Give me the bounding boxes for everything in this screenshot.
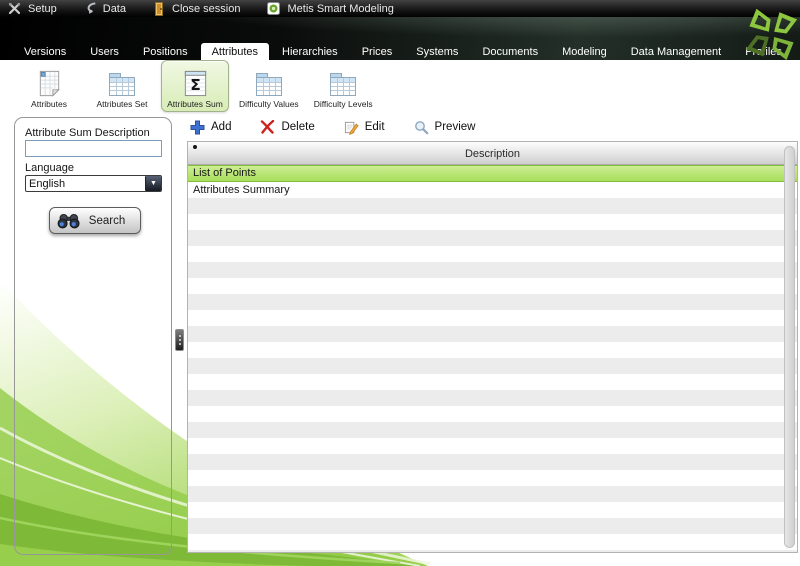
difficulty-levels-table-icon [328, 67, 358, 98]
table-row[interactable]: List of Points [188, 165, 797, 182]
delete-icon [260, 120, 275, 134]
table-row-empty[interactable] [188, 358, 797, 374]
table-row-empty[interactable] [188, 502, 797, 518]
edit-button[interactable]: Edit [344, 120, 385, 135]
language-select[interactable]: English ▼ [25, 175, 162, 192]
table-header[interactable]: Description [188, 142, 797, 165]
sigma-table-icon: Σ [181, 67, 210, 98]
table-row-empty[interactable] [188, 326, 797, 342]
delete-button[interactable]: Delete [260, 120, 314, 134]
table-row-empty[interactable] [188, 230, 797, 246]
svg-text:Σ: Σ [190, 76, 201, 94]
table-row-empty[interactable] [188, 550, 797, 553]
vertical-scrollbar[interactable] [784, 146, 795, 548]
difficulty-values-table-icon [254, 67, 284, 98]
ribbon-item-label: Attributes Sum [167, 99, 223, 109]
search-button[interactable]: Search [49, 207, 141, 234]
table-row-empty[interactable] [188, 422, 797, 438]
table-row-empty[interactable] [188, 278, 797, 294]
table-row-empty[interactable] [188, 534, 797, 550]
tab-users[interactable]: Users [79, 43, 130, 60]
ribbon-item-label: Difficulty Levels [314, 99, 373, 109]
table-row-empty[interactable] [188, 454, 797, 470]
action-toolbar: Add Delete Edit Preview [190, 114, 475, 140]
header-band: VersionsUsersPositionsAttributesHierarch… [0, 17, 800, 60]
column-header-description: Description [465, 148, 520, 160]
menu-item-data[interactable]: Data [84, 2, 126, 15]
table-row[interactable]: Attributes Summary [188, 182, 797, 198]
metis-app-icon [267, 2, 280, 15]
tab-versions[interactable]: Versions [13, 43, 77, 60]
ribbon-item-attributes-set[interactable]: Attributes Set [88, 60, 156, 112]
description-input[interactable] [25, 140, 162, 157]
action-button-label: Delete [281, 121, 314, 133]
group-dot-icon [193, 145, 197, 149]
table-row-empty[interactable] [188, 214, 797, 230]
add-button[interactable]: Add [190, 120, 231, 135]
ribbon-item-attributes-sum[interactable]: Σ Attributes Sum [161, 60, 229, 112]
table-row-empty[interactable] [188, 374, 797, 390]
ribbon-item-difficulty-values[interactable]: Difficulty Values [234, 60, 304, 112]
table-row-empty[interactable] [188, 518, 797, 534]
table-row-empty[interactable] [188, 198, 797, 214]
language-select-value: English [26, 178, 145, 190]
tab-attributes[interactable]: Attributes [201, 43, 269, 60]
action-button-label: Preview [435, 121, 476, 133]
table-row-empty[interactable] [188, 406, 797, 422]
data-icon [84, 2, 96, 15]
tab-modeling[interactable]: Modeling [551, 43, 618, 60]
language-label: Language [25, 162, 74, 174]
preview-icon [414, 120, 429, 135]
action-button-label: Edit [365, 121, 385, 133]
tab-documents[interactable]: Documents [471, 43, 549, 60]
menu-item-metis-smart-modeling[interactable]: Metis Smart Modeling [267, 2, 393, 15]
tools-icon [8, 2, 21, 15]
table-row-empty[interactable] [188, 470, 797, 486]
tab-bar: VersionsUsersPositionsAttributesHierarch… [13, 43, 795, 60]
metis-logo-icon [744, 7, 799, 60]
ribbon-item-label: Attributes Set [96, 99, 147, 109]
menu-item-label: Setup [28, 3, 57, 15]
table-row-empty[interactable] [188, 310, 797, 326]
action-button-label: Add [211, 121, 231, 133]
table-row-empty[interactable] [188, 438, 797, 454]
tab-data-management[interactable]: Data Management [620, 43, 733, 60]
menu-item-label: Close session [172, 3, 240, 15]
edit-icon [344, 120, 359, 135]
chevron-down-icon[interactable]: ▼ [145, 176, 161, 191]
table-row-empty[interactable] [188, 246, 797, 262]
tab-positions[interactable]: Positions [132, 43, 199, 60]
attributes-page-icon [35, 67, 64, 98]
table-row-empty[interactable] [188, 294, 797, 310]
tab-hierarchies[interactable]: Hierarchies [271, 43, 349, 60]
results-table: Description List of PointsAttributes Sum… [187, 141, 798, 553]
attributes-set-table-icon [107, 67, 137, 98]
description-label: Attribute Sum Description [25, 127, 150, 139]
close-session-icon [153, 2, 165, 16]
search-button-label: Search [81, 215, 133, 227]
menu-item-label: Metis Smart Modeling [287, 3, 393, 15]
table-body: List of PointsAttributes Summary [188, 165, 797, 553]
binoculars-icon [57, 213, 81, 229]
table-row-empty[interactable] [188, 390, 797, 406]
splitter-handle[interactable] [175, 329, 184, 351]
search-panel: Attribute Sum Description Language Engli… [14, 117, 172, 555]
add-icon [190, 120, 205, 135]
menubar: Setup Data Close session Metis Smart Modeli… [0, 0, 800, 17]
table-row-empty[interactable] [188, 342, 797, 358]
menu-item-setup[interactable]: Setup [8, 2, 57, 15]
ribbon-item-attributes[interactable]: Attributes [15, 60, 83, 112]
preview-button[interactable]: Preview [414, 120, 476, 135]
table-row-empty[interactable] [188, 486, 797, 502]
ribbon-item-label: Attributes [31, 99, 67, 109]
table-row-empty[interactable] [188, 262, 797, 278]
tab-prices[interactable]: Prices [351, 43, 404, 60]
ribbon-item-difficulty-levels[interactable]: Difficulty Levels [309, 60, 378, 112]
tab-systems[interactable]: Systems [405, 43, 469, 60]
ribbon-toolbar: Attributes Attributes Set Σ Attributes Sum D… [0, 60, 800, 112]
menu-item-close-session[interactable]: Close session [153, 2, 240, 16]
ribbon-item-label: Difficulty Values [239, 99, 299, 109]
menu-item-label: Data [103, 3, 126, 15]
